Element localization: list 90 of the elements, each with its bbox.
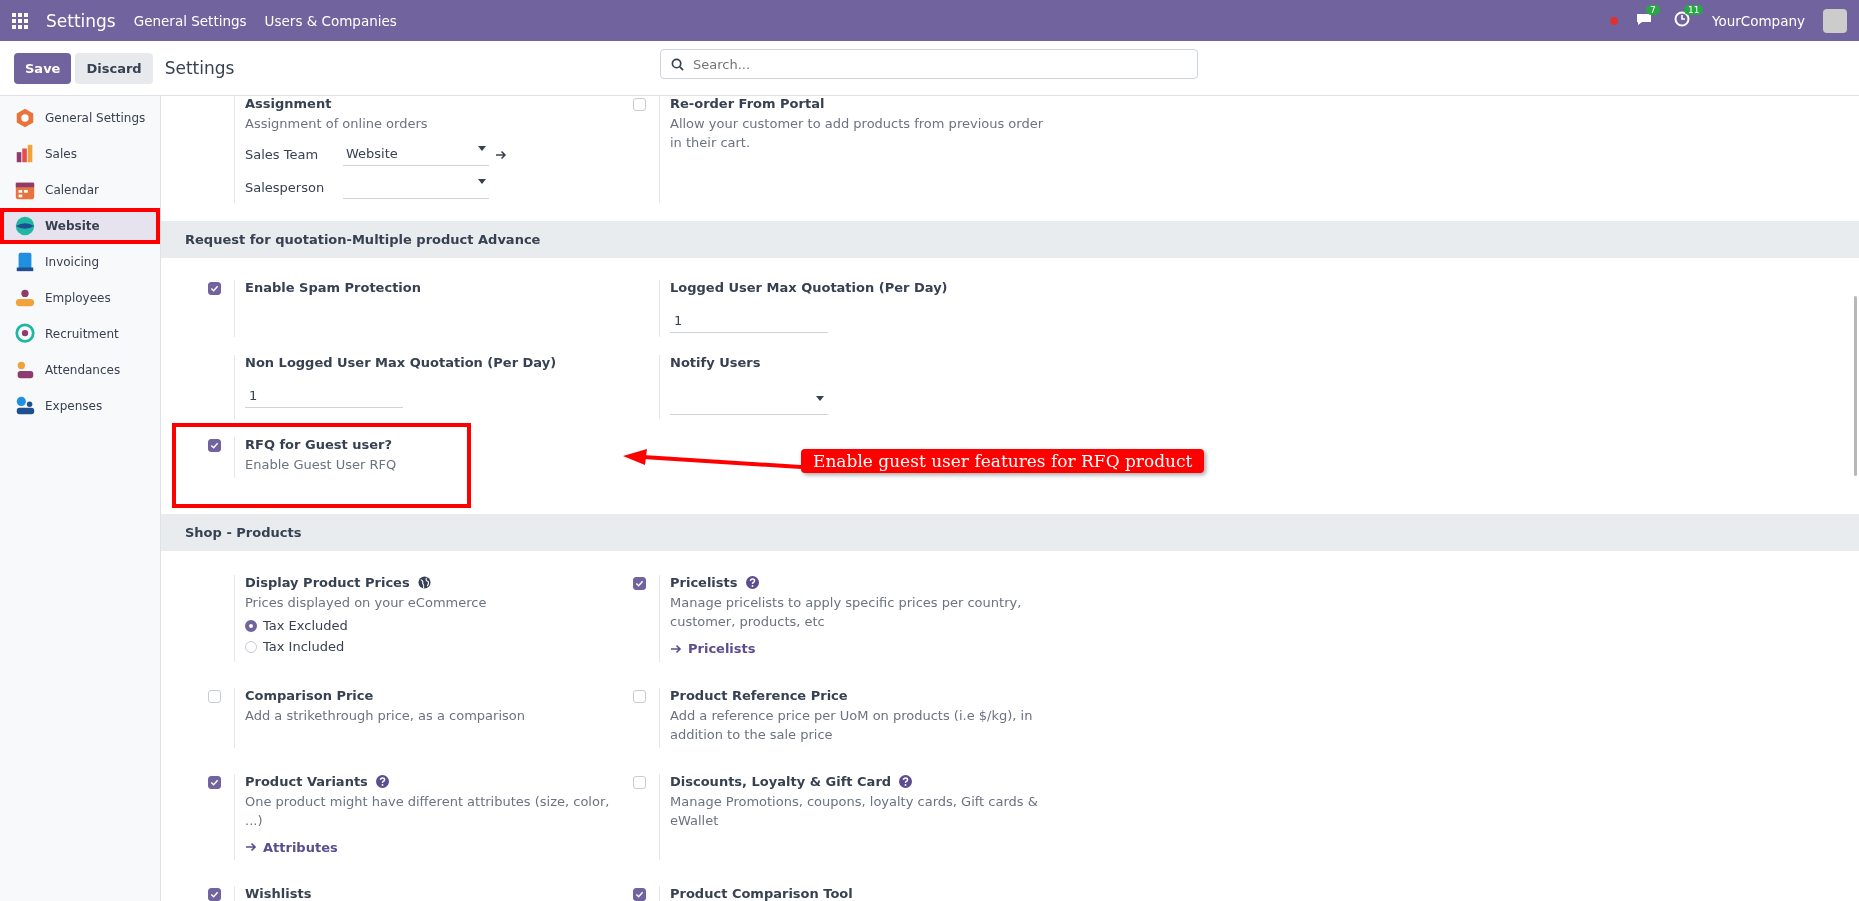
settings-link[interactable]: Pricelists [670, 641, 756, 656]
breadcrumb: Settings [164, 58, 235, 78]
dropdown-caret-icon [478, 146, 486, 151]
setting-description: Allow your customer to add products from previous order in their cart. [670, 115, 1044, 152]
section-header: Shop - Products [161, 514, 1859, 551]
checkmark-icon [634, 579, 644, 588]
sidebar-item[interactable]: Recruitment [0, 316, 160, 352]
menu-item[interactable]: General Settings [133, 12, 247, 29]
user-avatar[interactable] [1823, 8, 1847, 33]
setting-description: Assignment of online orders [245, 115, 429, 133]
app-icon [14, 395, 36, 417]
search-field[interactable]: Search... [660, 49, 1198, 79]
app-title[interactable]: Settings [46, 10, 116, 31]
radio-button[interactable] [245, 619, 257, 632]
app-icon [14, 107, 36, 129]
checkbox[interactable] [207, 439, 221, 452]
scrollbar-thumb[interactable] [1854, 296, 1857, 476]
setting-description: Manage Promotions, coupons, loyalty cards, Gift cards & eWallet [670, 792, 1039, 830]
sidebar-item[interactable]: Attendances [0, 352, 160, 388]
setting-title: Product Reference Price [670, 687, 848, 703]
help-icon[interactable] [745, 576, 759, 589]
input-field[interactable]: 1 [245, 384, 403, 408]
checkbox[interactable] [207, 888, 221, 901]
setting-title: Non Logged User Max Quotation (Per Day) [245, 355, 557, 370]
settings-link[interactable]: Attributes [245, 839, 338, 855]
checkmark-icon [634, 890, 644, 899]
setting-title: Enable Spam Protection [245, 280, 421, 295]
field-label: Sales Team [245, 147, 320, 162]
setting-title: Product Comparison Tool [670, 886, 853, 901]
select-field[interactable]: Website [343, 143, 489, 166]
checkmark-icon [209, 284, 219, 293]
app-icon [14, 323, 36, 345]
setting-title: Wishlists [245, 886, 312, 901]
setting-title: Logged User Max Quotation (Per Day) [670, 280, 948, 295]
apps-menu-icon[interactable] [12, 12, 28, 29]
select-field[interactable] [343, 176, 489, 199]
radio-label: Tax Excluded [263, 618, 348, 633]
search-icon [671, 58, 684, 71]
menu-item[interactable]: Users & Companies [264, 12, 397, 29]
arrow-right-icon [670, 642, 682, 655]
setting-description: One product might have different attributes (size, color, ...) [245, 792, 611, 830]
setting-title: Pricelists [670, 575, 738, 590]
checkmark-icon [209, 890, 219, 899]
dropdown-caret-icon [816, 396, 824, 401]
activity-count: 11 [1683, 4, 1704, 15]
message-count: 7 [1645, 4, 1660, 15]
setting-title: Discounts, Loyalty & Gift Card [670, 773, 892, 789]
setting-title: Notify Users [670, 355, 761, 370]
radio-label: Tax Included [263, 639, 345, 654]
sidebar-item[interactable]: Employees [0, 280, 160, 316]
setting-description: Add a strikethrough price, as a comparison [245, 706, 525, 725]
sidebar-item[interactable]: Calendar [0, 172, 160, 208]
sidebar-item[interactable]: Invoicing [0, 244, 160, 280]
checkmark-icon [209, 441, 219, 450]
setting-title: Display Product Prices [245, 575, 410, 590]
discard-button[interactable]: Discard [75, 52, 153, 84]
sidebar-item[interactable]: General Settings [0, 100, 160, 136]
sidebar-item[interactable]: Expenses [0, 388, 160, 424]
setting-title: Product Variants [245, 773, 368, 789]
app-icon [14, 251, 36, 273]
checkbox[interactable] [207, 775, 221, 789]
app-icon [14, 215, 36, 237]
setting-description: Prices displayed on your eCommerce [245, 594, 487, 612]
setting-title: RFQ for Guest user? [245, 437, 392, 452]
checkbox[interactable] [207, 282, 221, 295]
setting-title: Comparison Price [245, 687, 374, 703]
callout-label: Enable guest user features for RFQ product [801, 449, 1205, 473]
sidebar-item[interactable]: Sales [0, 136, 160, 172]
setting-description: Enable Guest User RFQ [245, 456, 398, 474]
help-icon[interactable] [899, 774, 913, 788]
input-field[interactable]: 1 [670, 309, 828, 333]
arrow-right-icon [245, 841, 257, 853]
setting-title: Assignment [245, 96, 332, 111]
setting-description: Add a reference price per UoM on products (i.e $/kg), in addition to the sale price [670, 706, 1034, 744]
checkbox[interactable] [632, 888, 646, 901]
dropdown-caret-icon [478, 179, 486, 184]
save-button[interactable]: Save [14, 52, 72, 84]
setting-title: Re-order From Portal [670, 96, 825, 111]
app-icon [14, 287, 36, 309]
help-icon[interactable] [375, 774, 389, 788]
field-label: Salesperson [245, 180, 326, 195]
clock-icon[interactable] [1673, 10, 1690, 27]
checkbox[interactable] [632, 577, 646, 590]
arrow-right-icon[interactable] [495, 148, 507, 161]
section-header: Request for quotation-Multiple product Advance [161, 221, 1859, 258]
checkmark-icon [209, 777, 219, 787]
status-dot-icon [1609, 16, 1618, 25]
company-name[interactable]: YourCompany [1711, 12, 1805, 29]
sidebar-item[interactable]: Website [0, 208, 160, 244]
setting-description: Manage pricelists to apply specific prices per country, customer, products, etc [670, 594, 1023, 631]
